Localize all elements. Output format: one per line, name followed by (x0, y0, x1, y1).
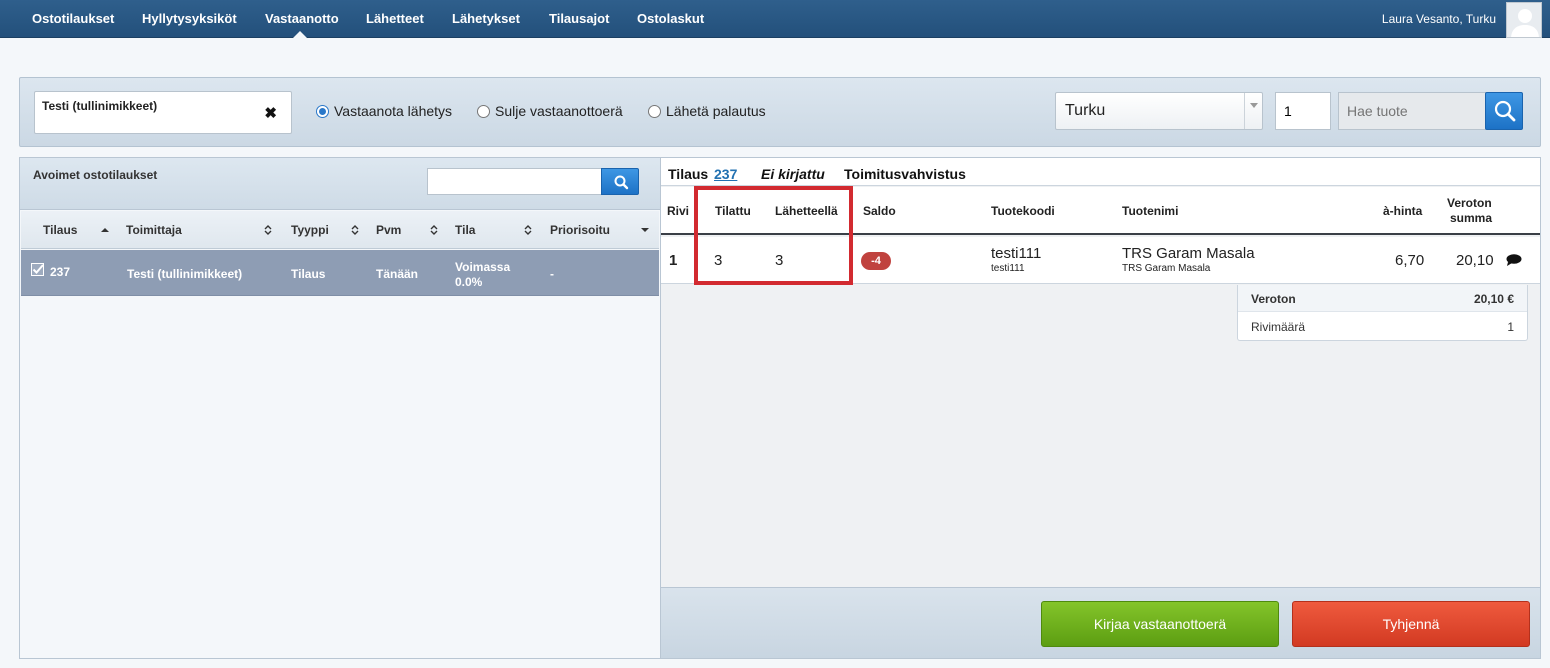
search-icon (614, 175, 629, 190)
radio-receive-shipment[interactable]: Vastaanota lähetys (316, 103, 452, 119)
line-number: 1 (669, 252, 678, 269)
sort-icon[interactable] (430, 225, 438, 235)
line-ordered-qty[interactable]: 3 (714, 252, 722, 269)
sort-icon[interactable] (524, 225, 532, 235)
location-select[interactable]: Turku (1055, 92, 1263, 130)
order-detail-header: Tilaus 237 Ei kirjattu Toimitusvahvistus (661, 158, 1540, 186)
nav-item-vastaanotto[interactable]: Vastaanotto (265, 11, 339, 26)
delivery-confirmation-link[interactable]: Toimitusvahvistus (844, 166, 966, 182)
top-nav: Ostotilaukset Hyllytysyksiköt Vastaanott… (0, 0, 1550, 38)
column-veroton: Veroton (1447, 196, 1492, 210)
order-label: Tilaus (668, 166, 709, 182)
summary-veroton-value: 20,10 € (1473, 292, 1514, 306)
avatar[interactable] (1506, 2, 1542, 38)
line-shipped-qty[interactable]: 3 (775, 252, 783, 269)
product-search-button[interactable] (1485, 92, 1523, 130)
sort-icon[interactable] (264, 225, 272, 235)
column-pvm[interactable]: Pvm (376, 223, 401, 237)
column-tila[interactable]: Tila (455, 223, 475, 237)
order-summary: Veroton 20,10 € Rivimäärä 1 (1237, 285, 1528, 341)
active-nav-caret (293, 31, 307, 38)
order-status: Voimassa (455, 260, 511, 274)
location-value: Turku (1065, 102, 1106, 119)
open-orders-header: Avoimet ostotilaukset (20, 158, 660, 210)
nav-item-ostotilaukset[interactable]: Ostotilaukset (32, 11, 114, 26)
lines-table-header: Rivi Tilattu Lähetteellä Saldo Tuotekood… (661, 187, 1540, 235)
product-code: testi111 (991, 245, 1042, 262)
table-row[interactable]: 1 3 3 -4 testi111 testi111 TRS Garam Mas… (661, 237, 1540, 284)
line-sum: 20,10 (1456, 252, 1494, 269)
receiving-toolbar: Testi (tullinimikkeet) ✖ Vastaanota lähe… (19, 77, 1541, 147)
column-tyyppi[interactable]: Tyyppi (291, 223, 329, 237)
order-number: 237 (50, 265, 71, 279)
nav-item-lahetteet[interactable]: Lähetteet (366, 11, 424, 26)
column-toimittaja[interactable]: Toimittaja (126, 223, 182, 237)
column-tilaus[interactable]: Tilaus (43, 223, 77, 237)
radio-label: Sulje vastaanottoerä (495, 103, 623, 119)
product-search-input[interactable] (1338, 92, 1486, 130)
column-tilattu: Tilattu (715, 204, 751, 218)
column-rivi: Rivi (667, 204, 690, 218)
unit-price: 6,70 (1395, 252, 1425, 269)
order-date: Tänään (376, 267, 419, 281)
radio-dot[interactable] (477, 104, 490, 118)
chevron-down-icon[interactable] (1244, 93, 1262, 129)
sort-asc-icon[interactable] (101, 225, 109, 235)
comment-icon[interactable] (1506, 254, 1522, 266)
table-row[interactable]: 237 Testi (tullinimikkeet) Tilaus Tänään… (21, 250, 659, 296)
sort-desc-icon[interactable] (641, 225, 649, 235)
column-lahetteella: Lähetteellä (775, 204, 838, 218)
close-icon[interactable]: ✖ (264, 104, 277, 122)
supplier-filter-value: Testi (tullinimikkeet) (42, 99, 158, 113)
checkbox-checked-icon[interactable] (31, 263, 44, 276)
column-tuotekoodi: Tuotekoodi (991, 204, 1055, 218)
open-orders-title: Avoimet ostotilaukset (33, 168, 158, 182)
product-name-sub: TRS Garam Masala (1122, 263, 1211, 274)
nav-item-ostolaskut[interactable]: Ostolaskut (637, 11, 704, 26)
radio-close-batch[interactable]: Sulje vastaanottoerä (477, 103, 623, 119)
product-name: TRS Garam Masala (1122, 245, 1255, 262)
orders-table-header: Tilaus Toimittaja Tyyppi Pvm Tila Priori… (21, 211, 659, 249)
quantity-input[interactable] (1275, 92, 1331, 130)
user-name[interactable]: Laura Vesanto, Turku (1382, 12, 1496, 26)
summary-rivimaara-value: 1 (1507, 320, 1514, 334)
clear-button[interactable]: Tyhjennä (1292, 601, 1530, 647)
column-priorisoitu[interactable]: Priorisoitu (550, 223, 610, 237)
radio-send-return[interactable]: Lähetä palautus (648, 103, 766, 119)
supplier-filter[interactable]: Testi (tullinimikkeet) ✖ (34, 91, 292, 134)
radio-label: Vastaanota lähetys (334, 103, 453, 119)
order-prioritized: - (550, 267, 554, 281)
column-summa: summa (1450, 211, 1493, 225)
radio-dot[interactable] (648, 104, 661, 118)
order-number-link[interactable]: 237 (714, 166, 737, 182)
column-saldo: Saldo (863, 204, 896, 218)
order-status-text: Ei kirjattu (761, 166, 825, 182)
radio-label: Lähetä palautus (666, 103, 766, 119)
column-tuotenimi: Tuotenimi (1122, 204, 1179, 218)
summary-rivimaara-label: Rivimäärä (1251, 320, 1306, 334)
user-silhouette-icon (1511, 9, 1539, 37)
sort-icon[interactable] (351, 225, 359, 235)
nav-item-hyllytysyksikot[interactable]: Hyllytysyksiköt (142, 11, 237, 26)
nav-item-tilausajot[interactable]: Tilausajot (549, 11, 609, 26)
order-detail-panel: Tilaus 237 Ei kirjattu Toimitusvahvistus… (660, 157, 1541, 659)
order-type: Tilaus (291, 267, 326, 281)
order-search-input[interactable] (427, 168, 602, 195)
open-orders-panel: Avoimet ostotilaukset Tilaus Toimittaja … (19, 157, 661, 659)
order-progress: 0.0% (455, 275, 483, 289)
column-a-hinta: à-hinta (1383, 204, 1423, 218)
order-supplier: Testi (tullinimikkeet) (127, 267, 243, 281)
search-icon (1494, 100, 1516, 122)
summary-row-veroton: Veroton 20,10 € (1238, 285, 1527, 312)
submit-receipt-button[interactable]: Kirjaa vastaanottoerä (1041, 601, 1279, 647)
radio-dot[interactable] (316, 104, 329, 118)
saldo-badge: -4 (861, 252, 891, 270)
product-code-sub: testi111 (991, 263, 1025, 274)
nav-item-lahetykset[interactable]: Lähetykset (452, 11, 520, 26)
order-actions: Kirjaa vastaanottoerä Tyhjennä (661, 587, 1540, 658)
summary-veroton-label: Veroton (1251, 292, 1296, 306)
order-search-button[interactable] (601, 168, 639, 195)
